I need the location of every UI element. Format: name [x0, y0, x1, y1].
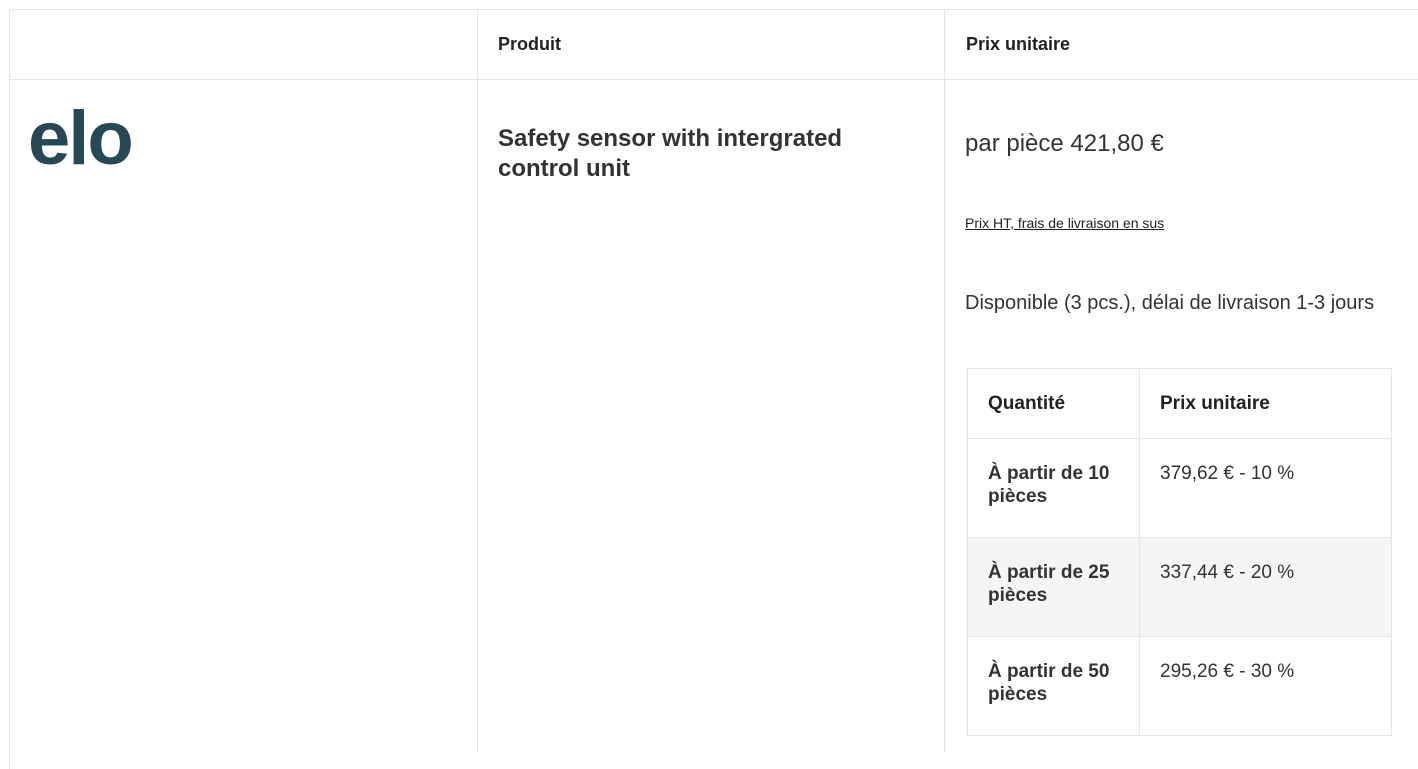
tier-quantity: À partir de 50 pièces: [967, 636, 1140, 736]
table-row: À partir de 50 pièces 295,26 € - 30 %: [967, 636, 1392, 736]
table-row: À partir de 10 pièces 379,62 € - 10 %: [967, 438, 1392, 538]
quantity-discount-table: Quantité Prix unitaire À partir de 10 pi…: [967, 368, 1392, 736]
header-product: Produit: [498, 34, 561, 54]
tier-quantity: À partir de 10 pièces: [967, 438, 1140, 538]
column-header-quantity: Quantité: [967, 368, 1140, 439]
tier-price: 379,62 € - 10 %: [1139, 438, 1392, 538]
tax-shipping-link[interactable]: Prix HT, frais de livraison en sus: [965, 215, 1164, 231]
availability-text: Disponible (3 pcs.), délai de livraison …: [965, 292, 1375, 314]
column-header-unit-price: Prix unitaire: [1139, 368, 1392, 439]
column-divider: [944, 9, 945, 752]
unit-price: par pièce 421,80 €: [965, 130, 1164, 157]
brand-logo[interactable]: elo: [28, 101, 134, 177]
tier-quantity: À partir de 25 pièces: [967, 537, 1140, 637]
table-header-row: Quantité Prix unitaire: [967, 368, 1392, 439]
column-divider: [477, 9, 478, 752]
table-row: À partir de 25 pièces 337,44 € - 20 %: [967, 537, 1392, 637]
product-name[interactable]: Safety sensor with intergrated control u…: [498, 124, 928, 184]
header-divider: [9, 79, 1418, 80]
tier-price: 337,44 € - 20 %: [1139, 537, 1392, 637]
header-unit-price: Prix unitaire: [966, 34, 1071, 54]
tier-price: 295,26 € - 30 %: [1139, 636, 1392, 736]
